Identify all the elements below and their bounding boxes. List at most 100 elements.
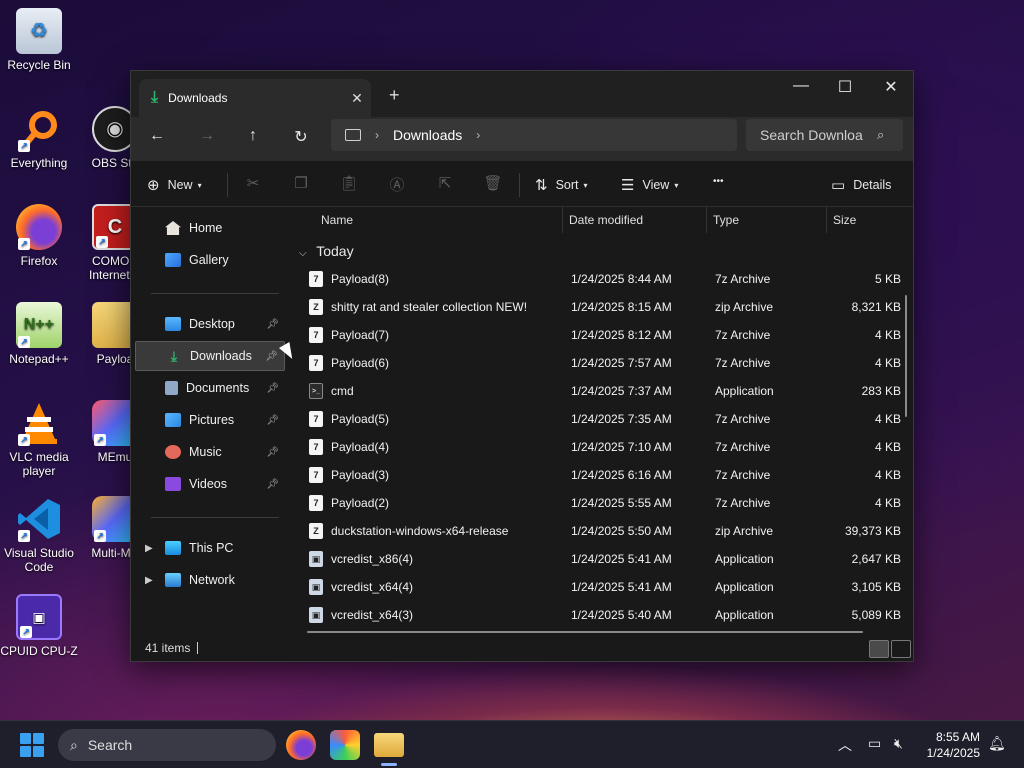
sidebar-item-home[interactable]: Home: [135, 213, 285, 243]
sidebar-item-pictures[interactable]: Pictures 📌︎: [135, 405, 285, 435]
pin-icon[interactable]: 📌︎: [265, 351, 278, 362]
home-icon: [165, 221, 181, 235]
app-taskbar-icon[interactable]: [330, 730, 360, 760]
desktop-icon-notepadpp[interactable]: N++ ↗ Notepad++: [0, 302, 78, 366]
search-input[interactable]: Search Downloa ⌕: [746, 119, 903, 151]
tab-downloads[interactable]: ⤓ Downloads ✕: [139, 79, 371, 117]
file-size: 5 KB: [874, 272, 901, 286]
file-row[interactable]: 7 Payload(2) 1/24/2025 5:55 AM 7z Archive 4 …: [301, 489, 905, 517]
rename-icon[interactable]: Ⓐ: [387, 174, 407, 195]
desktop-icon-vlc[interactable]: ↗ VLC media player: [0, 400, 78, 478]
file-row[interactable]: 7 Payload(5) 1/24/2025 7:35 AM 7z Archive 4 …: [301, 405, 905, 433]
sidebar-item-gallery[interactable]: Gallery: [135, 245, 285, 275]
column-divider[interactable]: [826, 207, 827, 233]
search-placeholder: Search Downloa: [760, 127, 863, 143]
desktop-icon-everything[interactable]: ↗ Everything: [0, 106, 78, 170]
windows-logo-icon: [20, 733, 31, 744]
share-icon[interactable]: ⇱: [435, 174, 455, 192]
delete-icon[interactable]: 🗑︎: [483, 174, 503, 192]
vertical-scrollbar[interactable]: [905, 295, 907, 417]
horizontal-scrollbar[interactable]: [307, 631, 863, 633]
sidebar-item-label: Network: [189, 573, 235, 587]
file-explorer-taskbar-icon[interactable]: [374, 733, 404, 757]
file-row[interactable]: 7 Payload(6) 1/24/2025 7:57 AM 7z Archive 4 …: [301, 349, 905, 377]
sidebar-item-downloads[interactable]: ⤓ Downloads 📌︎: [135, 341, 285, 371]
view-button[interactable]: ☰ View ▾: [621, 176, 678, 194]
sort-button[interactable]: ⇅ Sort ▾: [535, 176, 588, 194]
file-row[interactable]: 7 Payload(4) 1/24/2025 7:10 AM 7z Archive 4 …: [301, 433, 905, 461]
firefox-taskbar-icon[interactable]: [286, 730, 316, 760]
desktop-icon-vscode[interactable]: ↗ Visual Studio Code: [0, 496, 78, 574]
column-header-type[interactable]: Type: [713, 213, 739, 227]
file-row[interactable]: 7 Payload(8) 1/24/2025 8:44 AM 7z Archive 5 …: [301, 265, 905, 293]
pin-icon[interactable]: 📌︎: [266, 415, 279, 426]
file-row[interactable]: Zduckstation-windows-x64-release 1/24/202…: [301, 517, 905, 545]
sidebar-item-network[interactable]: ▶ Network: [135, 565, 285, 595]
volume-muted-icon[interactable]: 🔇︎: [894, 735, 903, 752]
more-options-button[interactable]: •••: [713, 176, 724, 187]
chevron-up-icon[interactable]: ︿: [838, 735, 852, 755]
taskbar-search[interactable]: ⌕ Search: [58, 729, 276, 761]
network-status-icon[interactable]: ▭: [868, 735, 881, 752]
file-row[interactable]: ▣ vcredist_x64(4) 1/24/2025 5:41 AM Applica…: [301, 573, 905, 601]
desktop-icon-label: VLC media: [9, 450, 69, 464]
expand-chevron-icon[interactable]: ▶: [145, 575, 153, 586]
desktop-icon-recycle-bin[interactable]: ♻ Recycle Bin: [0, 8, 78, 72]
column-header-date[interactable]: Date modified: [569, 213, 643, 227]
details-button[interactable]: ▭ Details: [831, 176, 891, 194]
sidebar-item-music[interactable]: Music 📌︎: [135, 437, 285, 467]
pin-icon[interactable]: 📌︎: [266, 479, 279, 490]
file-date: 1/24/2025 6:16 AM: [571, 468, 672, 482]
expand-chevron-icon[interactable]: ▶: [145, 543, 153, 554]
new-button[interactable]: ⊕ New ▾: [147, 176, 202, 194]
desktop-icon-cpuz[interactable]: ▣ ↗ CPUID CPU-Z: [0, 594, 78, 658]
new-tab-button[interactable]: +: [389, 85, 400, 106]
details-view-button[interactable]: [869, 640, 889, 658]
pin-icon[interactable]: 📌︎: [266, 319, 279, 330]
sidebar-item-desktop[interactable]: Desktop 📌︎: [135, 309, 285, 339]
tiles-view-button[interactable]: [891, 640, 911, 658]
desktop-icon-firefox[interactable]: ↗ Firefox: [0, 204, 78, 268]
sidebar-item-documents[interactable]: Documents 📌︎: [135, 373, 285, 403]
column-divider[interactable]: [562, 207, 563, 233]
cut-icon[interactable]: ✂: [243, 174, 263, 192]
pin-icon[interactable]: 📌︎: [266, 447, 279, 458]
chevron-down-icon: ▾: [197, 180, 202, 190]
file-date: 1/24/2025 8:15 AM: [571, 300, 672, 314]
close-button[interactable]: ✕: [869, 77, 913, 97]
notification-bell-icon[interactable]: 🔔︎: [988, 735, 1006, 752]
file-size: 4 KB: [874, 328, 901, 342]
copy-icon[interactable]: ❐: [291, 174, 311, 192]
paste-icon[interactable]: 📋︎: [339, 174, 359, 192]
file-row[interactable]: >_ cmd 1/24/2025 7:37 AM Application 283 KB: [301, 377, 905, 405]
up-button[interactable]: ↑: [241, 127, 265, 145]
file-row[interactable]: 7 Payload(3) 1/24/2025 6:16 AM 7z Archive 4 …: [301, 461, 905, 489]
minimize-button[interactable]: —: [779, 77, 823, 95]
pin-icon[interactable]: 📌︎: [266, 383, 279, 394]
address-bar[interactable]: › Downloads ›: [331, 119, 737, 151]
file-name: Payload(3): [331, 468, 390, 482]
file-row[interactable]: ▣ vcredist_x86(4) 1/24/2025 5:41 AM Applica…: [301, 545, 905, 573]
file-row[interactable]: Zshitty rat and stealer collection NEW! 1…: [301, 293, 905, 321]
sidebar-item-label: Videos: [189, 477, 227, 491]
clock[interactable]: 8:55 AM 1/24/2025: [918, 729, 980, 761]
desktop-icon-label: Notepad++: [9, 352, 69, 366]
file-row[interactable]: 7 Payload(7) 1/24/2025 8:12 AM 7z Archive 4 …: [301, 321, 905, 349]
breadcrumb-downloads[interactable]: Downloads: [393, 127, 462, 143]
refresh-button[interactable]: ↻: [289, 127, 313, 147]
back-button[interactable]: ←: [145, 127, 169, 145]
group-header-today[interactable]: ⌵ Today: [299, 243, 354, 259]
maximize-button[interactable]: ☐: [823, 77, 867, 97]
file-row[interactable]: ▣ vcredist_x64(3) 1/24/2025 5:40 AM Applica…: [301, 601, 905, 629]
chevron-right-icon[interactable]: ›: [476, 128, 480, 142]
sidebar-item-videos[interactable]: Videos 📌︎: [135, 469, 285, 499]
forward-button[interactable]: →: [195, 127, 219, 145]
start-button[interactable]: [20, 733, 44, 757]
file-size: 4 KB: [874, 496, 901, 510]
sidebar-item-this-pc[interactable]: ▶ This PC: [135, 533, 285, 563]
column-header-size[interactable]: Size: [833, 213, 856, 227]
sort-label: Sort: [555, 178, 579, 192]
tab-close-icon[interactable]: ✕: [343, 90, 371, 107]
column-divider[interactable]: [706, 207, 707, 233]
column-header-name[interactable]: Name: [321, 213, 353, 227]
